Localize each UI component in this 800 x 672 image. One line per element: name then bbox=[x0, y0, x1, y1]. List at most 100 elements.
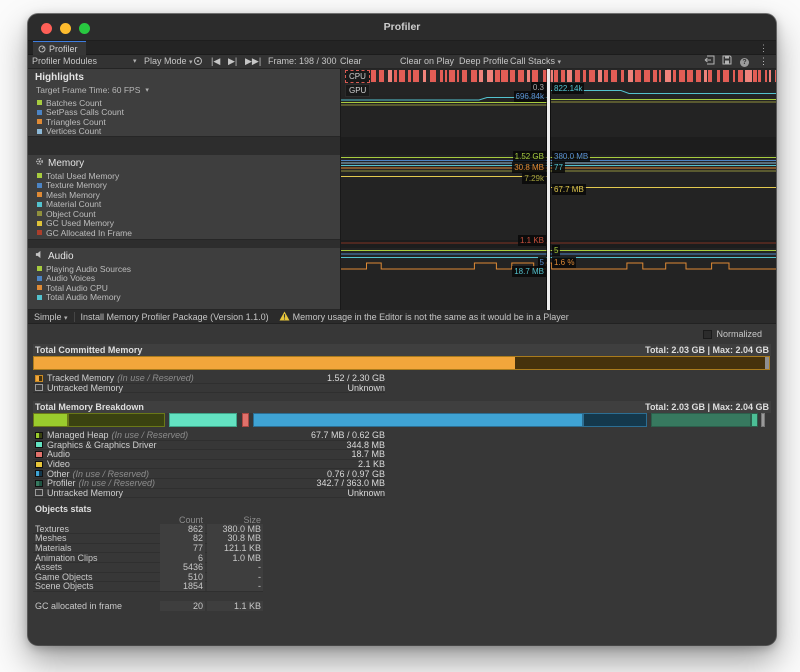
cpu-frame-bar[interactable] bbox=[644, 70, 650, 82]
view-mode-dropdown[interactable]: Simple ▾ bbox=[34, 312, 68, 322]
cpu-frame-bar[interactable] bbox=[495, 70, 499, 82]
toolbar-menu-icon[interactable]: ⋮ bbox=[759, 55, 768, 68]
save-profile-icon[interactable] bbox=[721, 55, 733, 69]
cpu-frame-bar[interactable] bbox=[554, 70, 558, 82]
sidebar-item-triangles-count[interactable]: Triangles Count bbox=[37, 117, 340, 127]
help-icon[interactable]: ? bbox=[740, 55, 749, 68]
cpu-frame-bar[interactable] bbox=[449, 70, 455, 82]
sidebar-item-total-audio-memory[interactable]: Total Audio Memory bbox=[37, 293, 340, 303]
sidebar-item-mesh-memory[interactable]: Mesh Memory bbox=[37, 190, 340, 200]
chart-canvas[interactable]: CPU GPU 0.3822.14k696.84k1.52 GB380.0 MB… bbox=[340, 69, 776, 310]
normalized-option[interactable]: Normalized bbox=[703, 329, 762, 339]
tab-profiler[interactable]: Profiler bbox=[33, 41, 86, 55]
cpu-frame-bar[interactable] bbox=[487, 70, 493, 82]
cpu-frame-bar[interactable] bbox=[723, 70, 729, 82]
play-mode-dropdown[interactable]: Play Mode ▾ bbox=[144, 55, 193, 69]
cpu-frame-bar[interactable] bbox=[423, 70, 426, 82]
cpu-frame-bar[interactable] bbox=[388, 70, 393, 82]
cpu-frame-bar[interactable] bbox=[665, 70, 671, 82]
cpu-chart-chip[interactable]: CPU bbox=[345, 70, 370, 83]
cpu-frame-bar[interactable] bbox=[471, 70, 477, 82]
cpu-frame-bar[interactable] bbox=[679, 70, 686, 82]
cpu-frame-bar[interactable] bbox=[583, 70, 586, 82]
cpu-frame-bar[interactable] bbox=[527, 70, 529, 82]
memory-breakdown-bar[interactable] bbox=[33, 413, 770, 427]
install-memory-profiler-button[interactable]: Install Memory Profiler Package (Version… bbox=[81, 312, 269, 322]
cpu-frame-bar[interactable] bbox=[598, 70, 602, 82]
sidebar-item-gc-allocated-in-frame[interactable]: GC Allocated In Frame bbox=[37, 228, 340, 238]
cpu-frame-bar[interactable] bbox=[501, 70, 508, 82]
cpu-frame-bar[interactable] bbox=[532, 70, 539, 82]
tab-menu-icon[interactable]: ⋮ bbox=[759, 41, 768, 55]
cpu-frame-bar[interactable] bbox=[745, 70, 752, 82]
cpu-frame-bar[interactable] bbox=[479, 70, 483, 82]
cpu-frame-bar[interactable] bbox=[445, 70, 447, 82]
module-memory[interactable]: MemoryTotal Used MemoryTexture MemoryMes… bbox=[28, 155, 340, 240]
gpu-chart-chip[interactable]: GPU bbox=[345, 84, 370, 97]
frame-playhead[interactable] bbox=[547, 69, 550, 310]
profiler-modules-dropdown[interactable]: Profiler Modules bbox=[32, 55, 97, 68]
sidebar-item-setpass-calls-count[interactable]: SetPass Calls Count bbox=[37, 108, 340, 118]
normalized-checkbox[interactable] bbox=[703, 330, 712, 339]
cpu-frame-bar[interactable] bbox=[379, 70, 385, 82]
sidebar-item-playing-audio-sources[interactable]: Playing Audio Sources bbox=[37, 264, 340, 274]
cpu-frame-bar[interactable] bbox=[550, 70, 552, 82]
cpu-frame-bar[interactable] bbox=[687, 70, 694, 82]
cpu-frame-bar[interactable] bbox=[440, 70, 443, 82]
cpu-frame-bar[interactable] bbox=[413, 70, 419, 82]
cpu-frame-bar[interactable] bbox=[561, 70, 565, 82]
sidebar-item-object-count[interactable]: Object Count bbox=[37, 209, 340, 219]
sidebar-item-total-audio-cpu[interactable]: Total Audio CPU bbox=[37, 283, 340, 293]
module-highlights[interactable]: HighlightsTarget Frame Time: 60 FPS▾Batc… bbox=[28, 69, 340, 137]
call-stacks-dropdown[interactable]: Call Stacks ▾ bbox=[510, 55, 561, 69]
deep-profile-toggle[interactable]: Deep Profile bbox=[459, 55, 509, 68]
cpu-frame-bar[interactable] bbox=[462, 70, 467, 82]
cpu-frame-bar[interactable] bbox=[733, 70, 735, 82]
committed-memory-bar[interactable] bbox=[33, 356, 770, 370]
cpu-frame-bar[interactable] bbox=[659, 70, 661, 82]
load-profile-icon[interactable] bbox=[703, 55, 715, 69]
clear-on-play-toggle[interactable]: Clear on Play bbox=[400, 55, 454, 68]
record-button[interactable] bbox=[194, 55, 202, 68]
cpu-frame-bar[interactable] bbox=[717, 70, 720, 82]
cpu-frame-bar[interactable] bbox=[765, 70, 767, 82]
cpu-frame-bar[interactable] bbox=[399, 70, 405, 82]
clear-button[interactable]: Clear bbox=[340, 55, 362, 68]
cpu-frame-bar[interactable] bbox=[708, 70, 712, 82]
cpu-frame-bar[interactable] bbox=[575, 70, 581, 82]
module-audio[interactable]: AudioPlaying Audio SourcesAudio VoicesTo… bbox=[28, 248, 340, 310]
cpu-frame-bar[interactable] bbox=[621, 70, 624, 82]
cpu-frame-bar[interactable] bbox=[567, 70, 572, 82]
cpu-frame-bar[interactable] bbox=[696, 70, 701, 82]
sidebar-item-texture-memory[interactable]: Texture Memory bbox=[37, 181, 340, 191]
profiler-modules-chevron-icon[interactable]: ▾ bbox=[133, 55, 137, 68]
cpu-frame-bar[interactable] bbox=[635, 70, 641, 82]
sidebar-item-material-count[interactable]: Material Count bbox=[37, 200, 340, 210]
current-frame-button[interactable]: ▶▶| bbox=[245, 55, 261, 68]
next-frame-button[interactable]: ▶| bbox=[228, 55, 237, 68]
cpu-frame-bar[interactable] bbox=[604, 70, 608, 82]
target-frame-time-dropdown[interactable]: Target Frame Time: 60 FPS▾ bbox=[28, 83, 340, 96]
sidebar-item-total-used-memory[interactable]: Total Used Memory bbox=[37, 171, 340, 181]
cpu-frame-bar[interactable] bbox=[510, 70, 515, 82]
cpu-frame-bar[interactable] bbox=[628, 70, 633, 82]
cpu-frame-bar[interactable] bbox=[704, 70, 707, 82]
cpu-frame-bar[interactable] bbox=[394, 70, 397, 82]
cpu-frame-bar[interactable] bbox=[653, 70, 657, 82]
sidebar-item-batches-count[interactable]: Batches Count bbox=[37, 98, 340, 108]
sidebar-item-audio-voices[interactable]: Audio Voices bbox=[37, 274, 340, 284]
cpu-frame-bar[interactable] bbox=[611, 70, 618, 82]
cpu-frame-bars[interactable] bbox=[371, 70, 776, 82]
cpu-frame-bar[interactable] bbox=[753, 70, 756, 82]
cpu-frame-bar[interactable] bbox=[758, 70, 761, 82]
cpu-frame-bar[interactable] bbox=[408, 70, 411, 82]
cpu-frame-bar[interactable] bbox=[589, 70, 595, 82]
cpu-frame-bar[interactable] bbox=[430, 70, 436, 82]
cpu-frame-bar[interactable] bbox=[775, 70, 776, 82]
sidebar-item-vertices-count[interactable]: Vertices Count bbox=[37, 127, 340, 137]
cpu-frame-bar[interactable] bbox=[673, 70, 676, 82]
cpu-frame-bar[interactable] bbox=[457, 70, 459, 82]
cpu-frame-bar[interactable] bbox=[769, 70, 771, 82]
previous-frame-button[interactable]: |◀ bbox=[211, 55, 220, 68]
sidebar-item-gc-used-memory[interactable]: GC Used Memory bbox=[37, 219, 340, 229]
